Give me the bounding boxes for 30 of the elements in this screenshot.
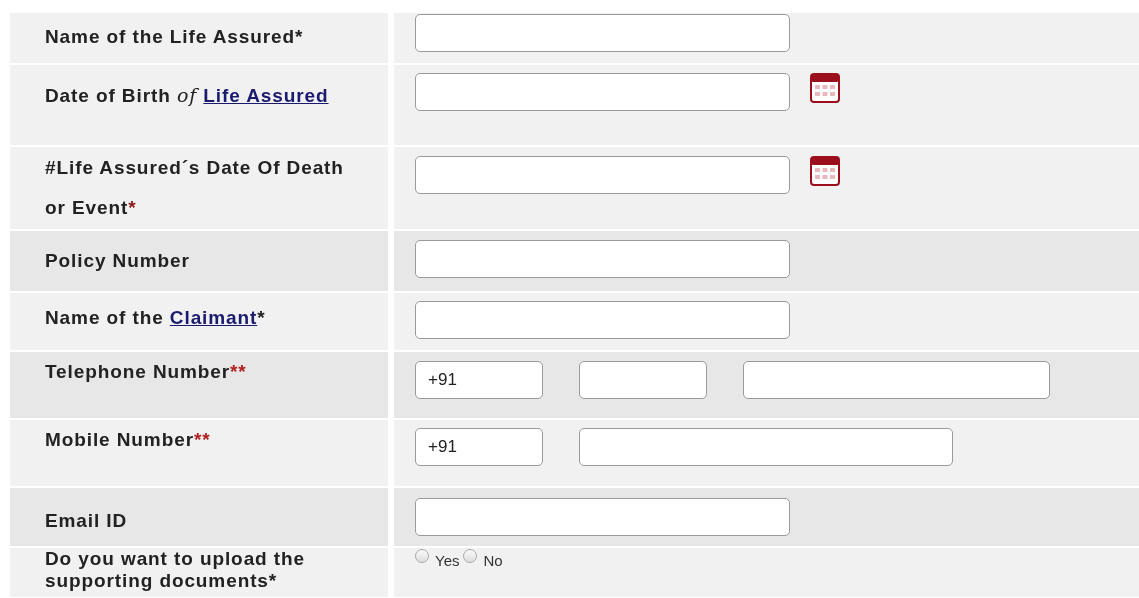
phone-field[interactable]: +91 (415, 428, 543, 466)
field-label: Policy Number (45, 250, 190, 271)
phone-field[interactable] (579, 428, 953, 466)
input-field[interactable] (415, 240, 790, 278)
date-field[interactable] (415, 156, 790, 194)
phone-field[interactable]: +91 (415, 361, 543, 399)
field-label: Do you want to upload the supporting documents* (45, 548, 305, 591)
field-label: #Life Assured´s Date Of Death or Event* (45, 157, 344, 218)
input-field[interactable] (415, 301, 790, 339)
field-label: Name of the (45, 307, 164, 328)
field-label: Telephone Number** (45, 361, 247, 382)
label-link[interactable]: Life Assured (203, 85, 329, 106)
field-label: Email ID (45, 510, 128, 531)
radio-label: No (483, 552, 503, 569)
date-field[interactable] (415, 73, 790, 111)
phone-field[interactable] (743, 361, 1050, 399)
calendar-icon[interactable] (810, 156, 840, 186)
calendar-icon[interactable] (810, 73, 840, 103)
input-field[interactable] (415, 14, 790, 52)
radio-label: Yes (435, 552, 460, 569)
radio-button[interactable] (415, 548, 429, 563)
field-label: Name of the Life Assured* (45, 26, 304, 47)
input-field[interactable] (415, 498, 790, 536)
field-label: Date of Birth (45, 85, 171, 106)
radio-button[interactable] (463, 548, 478, 563)
label-link[interactable]: Claimant (169, 307, 258, 328)
required-mark: * (257, 307, 266, 328)
field-label: of (176, 84, 198, 106)
field-label: Mobile Number** (45, 429, 211, 450)
phone-field[interactable] (579, 361, 707, 399)
